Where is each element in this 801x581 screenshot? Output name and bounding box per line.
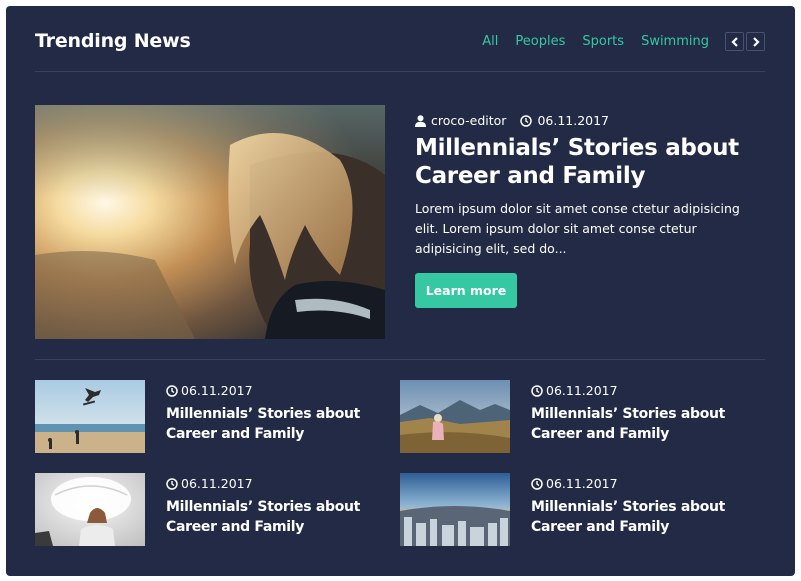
- item-date: 06.11.2017: [531, 383, 618, 398]
- item-date: 06.11.2017: [166, 383, 253, 398]
- chevron-left-icon: [730, 36, 738, 47]
- item-date: 06.11.2017: [531, 476, 618, 491]
- item-date-text: 06.11.2017: [181, 383, 253, 398]
- featured-excerpt: Lorem ipsum dolor sit amet conse ctetur …: [415, 201, 740, 256]
- item-date: 06.11.2017: [166, 476, 253, 491]
- item-title[interactable]: Millennials’ Stories about Career and Fa…: [531, 497, 731, 537]
- featured-image[interactable]: [35, 105, 385, 339]
- chevron-right-icon: [752, 36, 760, 47]
- list-item[interactable]: 06.11.2017 Millennials’ Stories about Ca…: [35, 380, 395, 455]
- item-date-text: 06.11.2017: [181, 476, 253, 491]
- prev-button[interactable]: [725, 32, 744, 51]
- item-image[interactable]: [35, 380, 145, 453]
- widget-title: Trending News: [35, 30, 191, 52]
- clock-icon: [531, 477, 543, 490]
- item-image[interactable]: [400, 473, 510, 546]
- featured-title[interactable]: Millennials’ Stories about Career and Fa…: [415, 134, 755, 190]
- clock-icon: [166, 477, 178, 490]
- clock-icon: [520, 114, 533, 127]
- clock-icon: [166, 384, 178, 397]
- header-divider: [35, 71, 765, 72]
- item-date-text: 06.11.2017: [546, 383, 618, 398]
- learn-more-button[interactable]: Learn more: [415, 273, 517, 308]
- list-item[interactable]: 06.11.2017 Millennials’ Stories about Ca…: [400, 380, 760, 455]
- item-title[interactable]: Millennials’ Stories about Career and Fa…: [166, 404, 366, 444]
- item-title[interactable]: Millennials’ Stories about Career and Fa…: [166, 497, 366, 537]
- item-image[interactable]: [400, 380, 510, 453]
- trending-news-widget: Trending News All Peoples Sports Swimmin…: [6, 6, 795, 576]
- filter-swimming[interactable]: Swimming: [641, 34, 709, 49]
- list-item[interactable]: 06.11.2017 Millennials’ Stories about Ca…: [400, 473, 760, 548]
- item-date-text: 06.11.2017: [546, 476, 618, 491]
- user-icon: [415, 114, 426, 127]
- featured-date: 06.11.2017: [537, 113, 610, 128]
- filter-bar: All Peoples Sports Swimming: [482, 32, 765, 51]
- filter-all[interactable]: All: [482, 34, 498, 49]
- list-item[interactable]: 06.11.2017 Millennials’ Stories about Ca…: [35, 473, 395, 548]
- clock-icon: [531, 384, 543, 397]
- filter-sports[interactable]: Sports: [582, 34, 624, 49]
- section-divider: [35, 359, 765, 360]
- item-title[interactable]: Millennials’ Stories about Career and Fa…: [531, 404, 731, 444]
- featured-author[interactable]: croco-editor: [431, 113, 506, 128]
- filter-peoples[interactable]: Peoples: [515, 34, 565, 49]
- item-image[interactable]: [35, 473, 145, 546]
- featured-meta: croco-editor 06.11.2017: [415, 113, 609, 128]
- next-button[interactable]: [746, 32, 765, 51]
